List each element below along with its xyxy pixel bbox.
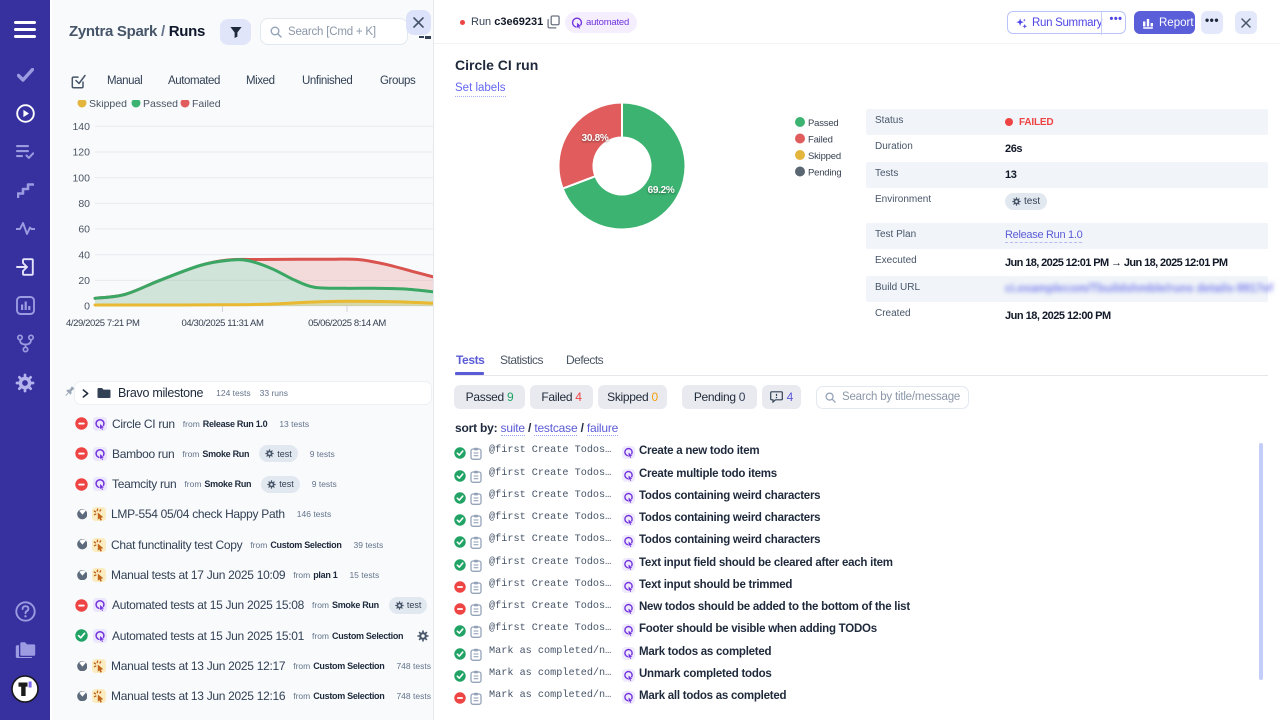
svg-text:80: 80 [78,198,90,210]
svg-text:05/06/2025 8:14 AM: 05/06/2025 8:14 AM [308,318,386,329]
svg-text:140: 140 [72,121,90,133]
svg-text:Failed: Failed [808,135,833,146]
svg-text:0: 0 [84,301,90,313]
svg-text:4/29/2025 7:21 PM: 4/29/2025 7:21 PM [66,318,140,329]
svg-text:04/30/2025 11:31 AM: 04/30/2025 11:31 AM [181,318,264,329]
svg-text:60: 60 [78,224,90,236]
svg-text:120: 120 [72,147,90,159]
svg-text:69.2%: 69.2% [648,185,675,196]
svg-text:Skipped: Skipped [808,151,841,162]
svg-text:30.8%: 30.8% [582,133,609,144]
svg-text:20: 20 [78,275,90,287]
svg-text:Pending: Pending [808,168,841,179]
svg-text:Passed: Passed [808,118,839,129]
svg-text:40: 40 [78,249,90,261]
svg-text:100: 100 [72,172,90,184]
